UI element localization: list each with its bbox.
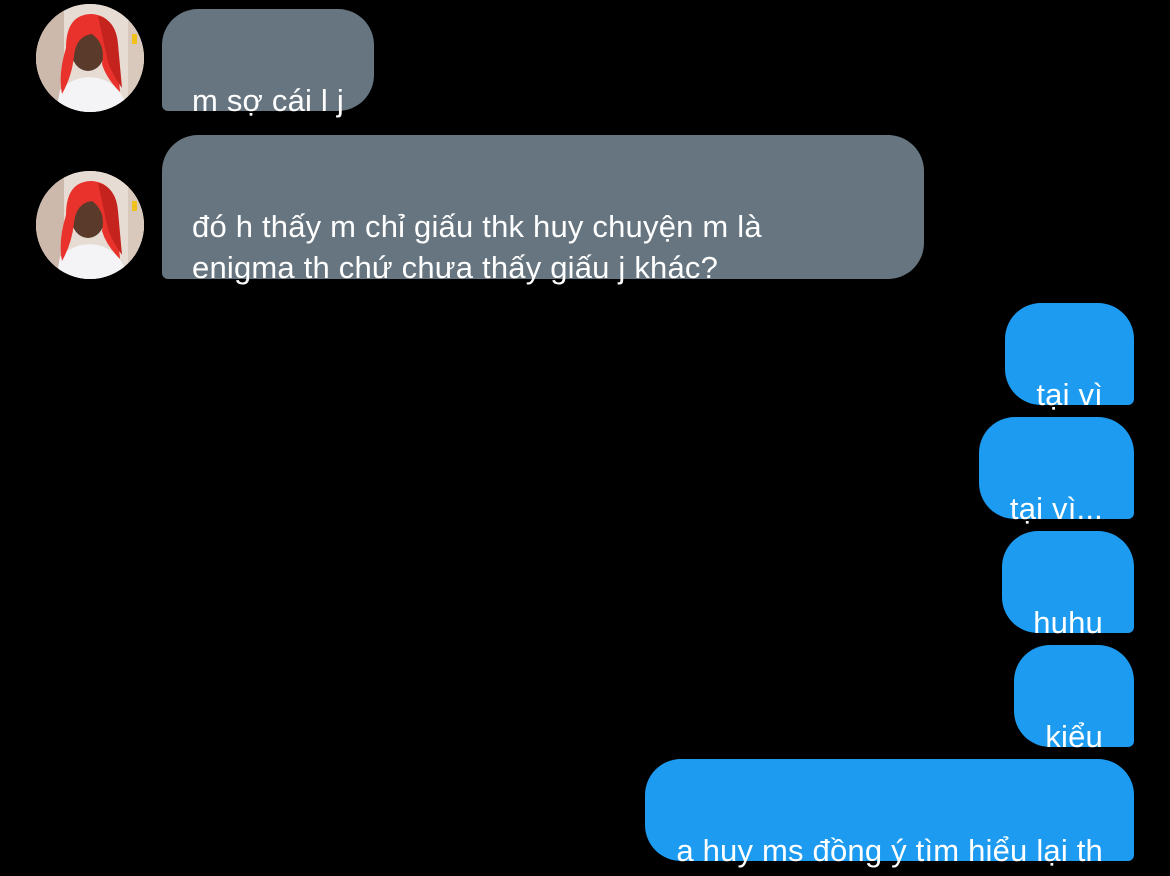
incoming-message[interactable]: m sợ cái l j — [162, 9, 374, 118]
contact-avatar[interactable] — [36, 4, 144, 112]
incoming-message[interactable]: đó h thấy m chỉ giấu thk huy chuyện m là… — [162, 135, 924, 285]
avatar-photo-icon — [36, 4, 144, 112]
message-text: tại vì — [1036, 377, 1103, 412]
contact-avatar[interactable] — [36, 171, 144, 279]
outgoing-message[interactable]: huhu — [1002, 531, 1134, 640]
message-text: m sợ cái l j — [192, 83, 344, 118]
outgoing-message[interactable]: tại vì... — [978, 417, 1134, 526]
message-text: huhu — [1033, 605, 1103, 640]
outgoing-message[interactable]: a huy ms đồng ý tìm hiểu lại th — [645, 759, 1134, 868]
outgoing-message[interactable]: kiểu — [1014, 645, 1134, 754]
outgoing-message[interactable]: tại vì — [1005, 303, 1134, 412]
message-text: tại vì... — [1009, 491, 1103, 526]
message-text: kiểu — [1045, 719, 1103, 754]
message-text: a huy ms đồng ý tìm hiểu lại th — [676, 833, 1103, 868]
avatar-photo-icon — [36, 171, 144, 279]
message-text: đó h thấy m chỉ giấu thk huy chuyện m là… — [192, 209, 762, 285]
